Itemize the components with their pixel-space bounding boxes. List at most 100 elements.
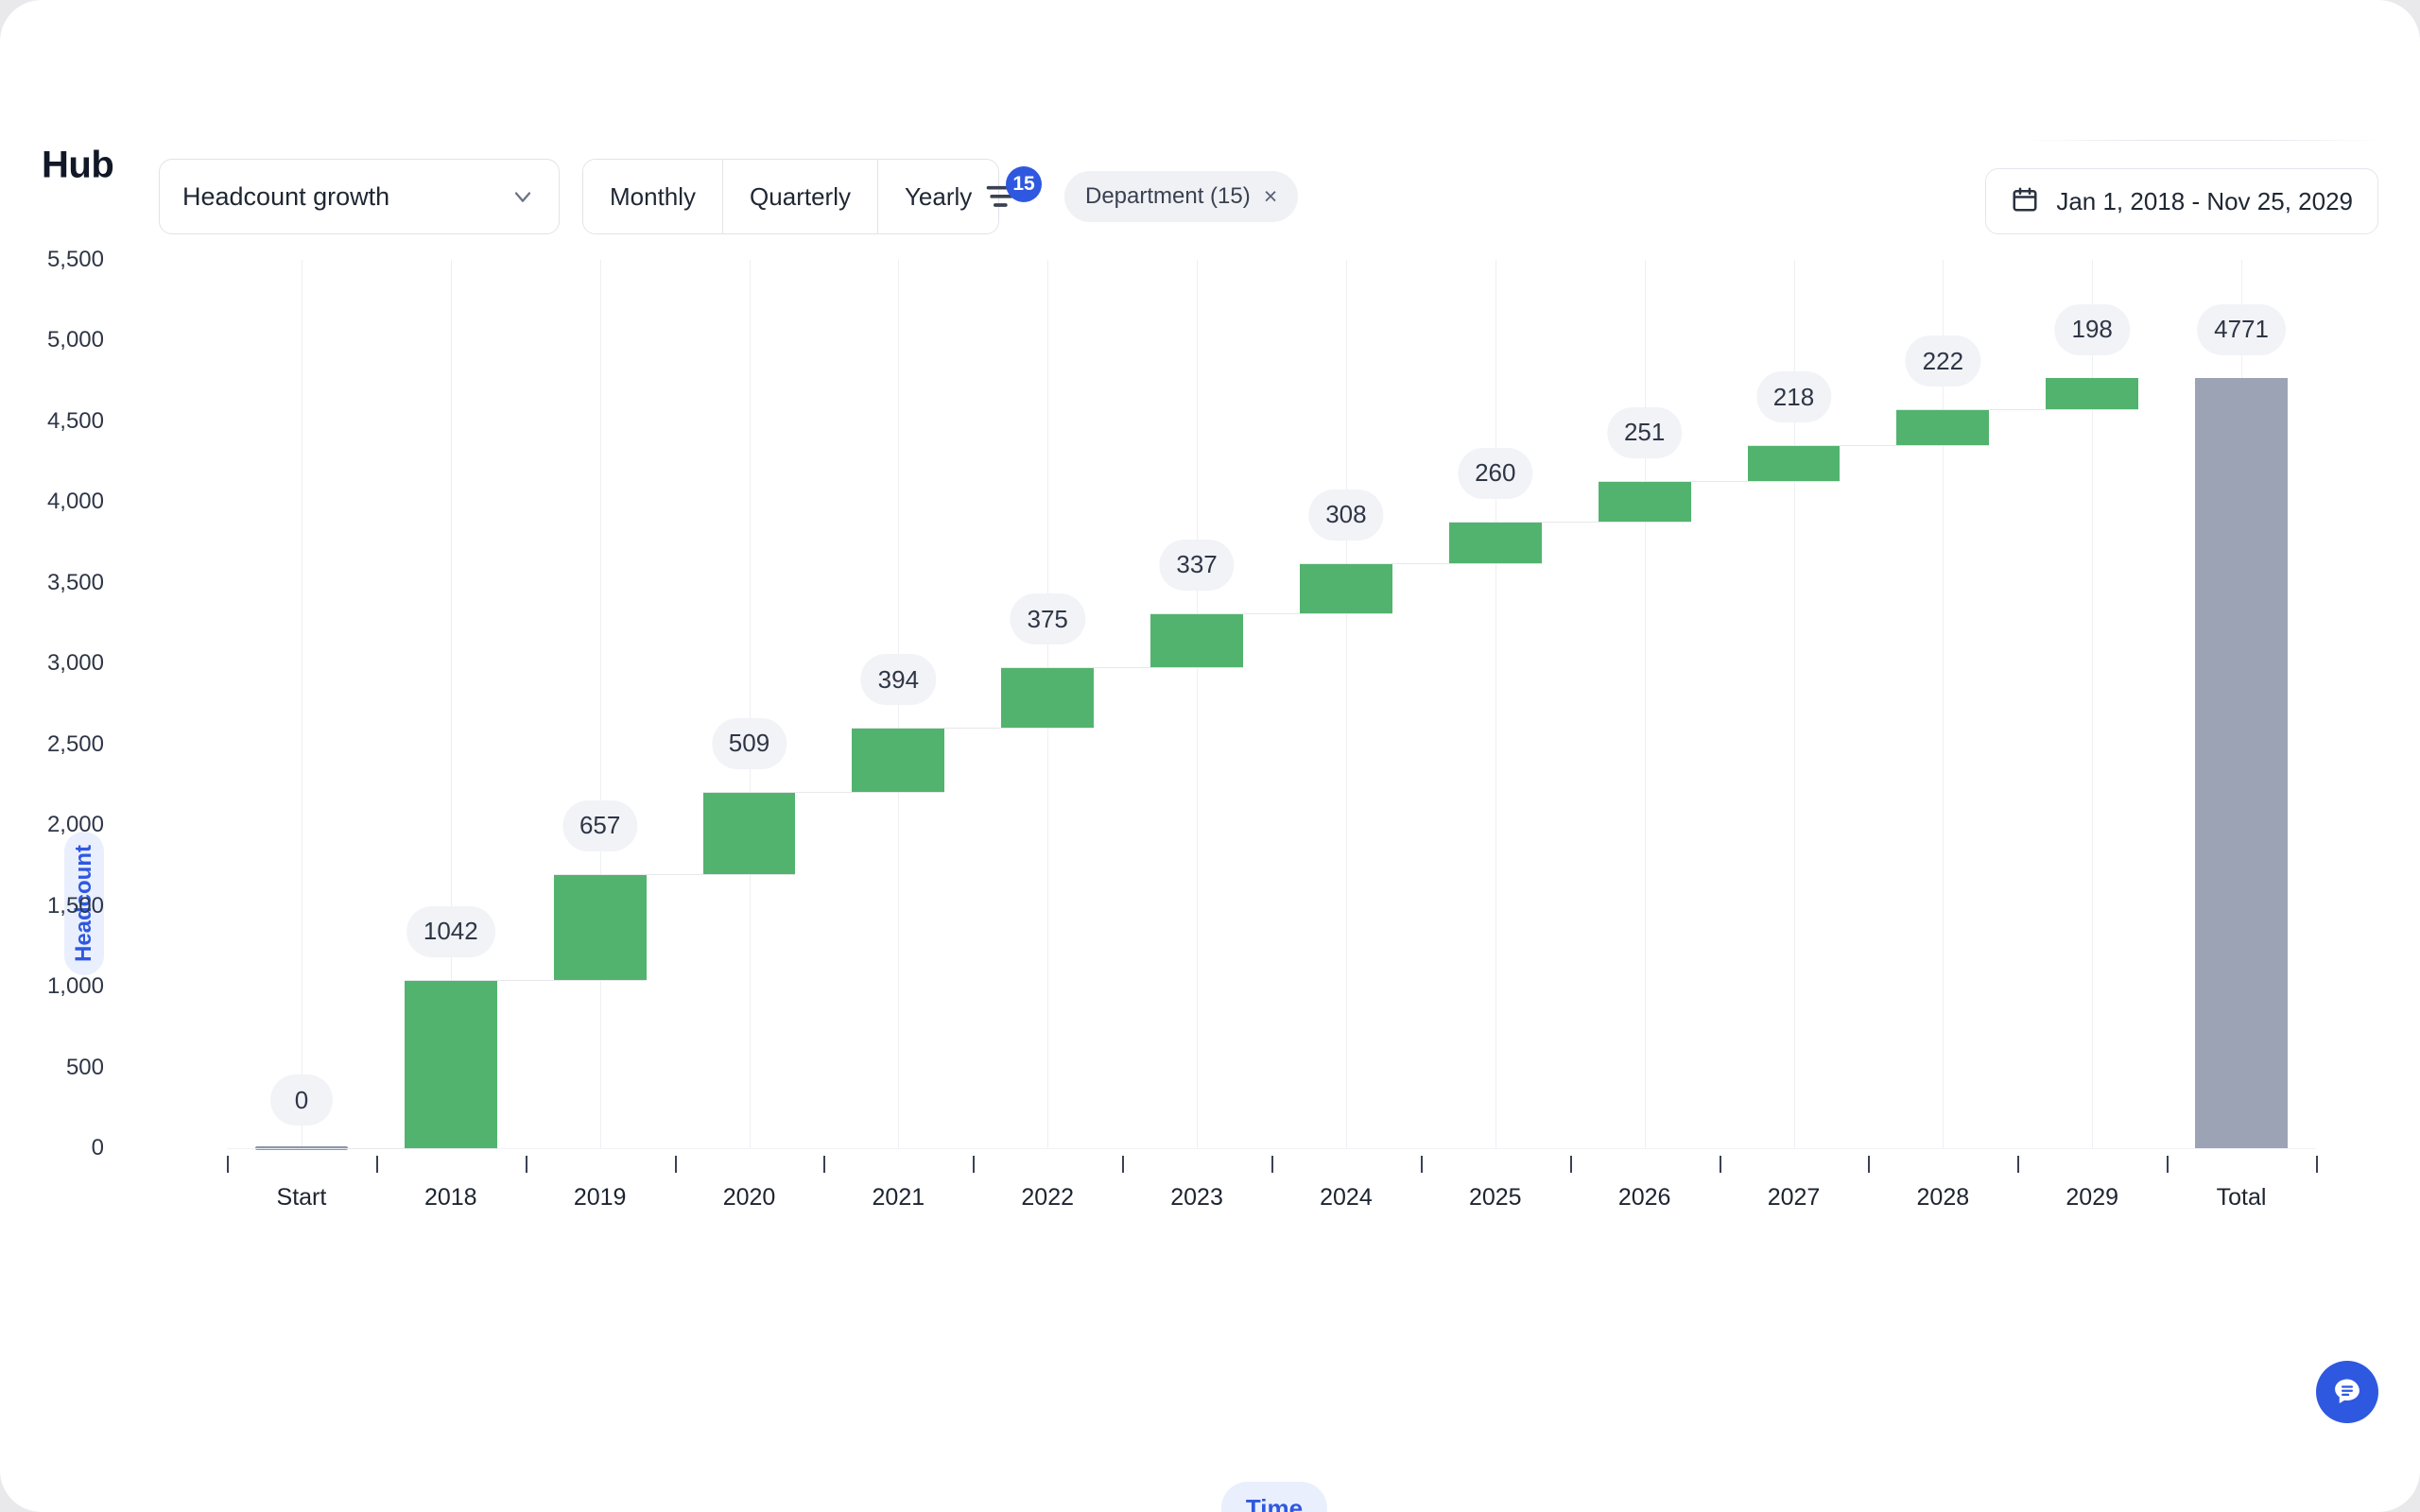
waterfall-bar[interactable] (553, 873, 647, 980)
bar-value-label: 251 (1606, 406, 1683, 458)
gridline (1345, 260, 1347, 1148)
x-axis-tick (525, 1156, 527, 1173)
waterfall-connector (852, 728, 1095, 730)
x-axis-tick-label: 2021 (872, 1184, 925, 1211)
x-axis-tick-label: 2025 (1468, 1184, 1522, 1211)
waterfall-connector (1598, 480, 1841, 482)
axis-baseline (227, 1148, 2316, 1149)
bar-value-label: 218 (1755, 371, 1832, 423)
waterfall-connector (1150, 612, 1392, 614)
bar-value-label: 4771 (2197, 303, 2286, 355)
waterfall-bar[interactable] (852, 728, 945, 792)
x-axis-tick (1719, 1156, 1721, 1173)
bar-value-label: 375 (1010, 593, 1085, 645)
x-axis-tick (674, 1156, 677, 1173)
metric-select-value: Headcount growth (182, 181, 390, 211)
filter-count-badge: 15 (1006, 166, 1042, 202)
x-axis-tick-label: Total (2216, 1184, 2267, 1211)
waterfall-connector (254, 1148, 497, 1149)
waterfall-bar[interactable] (702, 791, 796, 874)
x-axis-tick (823, 1156, 826, 1173)
waterfall-bar[interactable] (1598, 480, 1691, 522)
y-axis-tick-label: 4,000 (46, 489, 104, 515)
y-axis-tick-label: 5,000 (46, 327, 104, 353)
gridline (1197, 260, 1199, 1148)
waterfall-bar[interactable] (1747, 445, 1841, 481)
y-axis-tick-label: 3,000 (46, 650, 104, 677)
bar-value-label: 394 (860, 654, 937, 706)
filter-chip-department[interactable]: Department (15) × (1064, 171, 1299, 222)
waterfall-bar[interactable] (1150, 612, 1243, 668)
period-option-monthly[interactable]: Monthly (583, 160, 724, 233)
y-axis-tick-label: 3,500 (46, 569, 104, 595)
waterfall-connector (553, 873, 796, 875)
x-axis-tick-label: 2028 (1916, 1184, 1970, 1211)
period-option-yearly[interactable]: Yearly (877, 160, 999, 233)
waterfall-bar[interactable] (2046, 377, 2139, 410)
waterfall-connector (1896, 409, 2139, 411)
x-axis-tick (375, 1156, 378, 1173)
bar-value-label: 260 (1458, 447, 1533, 499)
x-axis-tick-label: 2018 (424, 1184, 477, 1211)
x-axis-tick-label: 2027 (1767, 1184, 1821, 1211)
x-axis-tick (973, 1156, 976, 1173)
x-axis-tick (1868, 1156, 1871, 1173)
gridline (1495, 260, 1496, 1148)
app-window: Hub Headcount growth Start Monthly Quart… (0, 0, 2420, 1512)
waterfall-connector (1299, 562, 1542, 564)
waterfall-connector (404, 979, 647, 981)
chat-bubble-icon[interactable] (2316, 1361, 2378, 1423)
x-axis-tick (2316, 1156, 2318, 1173)
waterfall-bar-total[interactable] (2195, 377, 2288, 1148)
date-range-picker[interactable]: Jan 1, 2018 - Nov 25, 2029 (1985, 168, 2378, 234)
bar-value-label: 308 (1308, 489, 1384, 541)
x-axis-tick (1420, 1156, 1423, 1173)
period-option-quarterly[interactable]: Quarterly (723, 160, 878, 233)
filter-area: 15 Department (15) × (983, 159, 1299, 234)
x-axis-tick-label: 2019 (573, 1184, 627, 1211)
chevron-down-icon (510, 183, 536, 210)
waterfall-bar[interactable] (404, 979, 497, 1148)
toolbar-divider (2023, 140, 2382, 141)
y-axis-tick-label: 2,500 (46, 730, 104, 757)
chat-bubble-glyph (2335, 1379, 2360, 1403)
waterfall-connector (1747, 445, 1990, 447)
x-axis-tick-label: 2029 (2066, 1184, 2119, 1211)
metric-select[interactable]: Headcount growth (159, 159, 560, 234)
waterfall-connector (1448, 521, 1691, 523)
period-segmented-control[interactable]: Start Monthly Quarterly Yearly (582, 159, 1000, 234)
x-axis-tick-label: Start (276, 1184, 327, 1211)
x-axis-tick-label: 2023 (1170, 1184, 1223, 1211)
close-icon[interactable]: × (1264, 184, 1278, 209)
waterfall-bar[interactable] (1299, 562, 1392, 613)
waterfall-bar[interactable] (1448, 521, 1542, 563)
bar-value-label: 222 (1905, 335, 1981, 387)
y-axis-tick-label: 4,500 (46, 407, 104, 434)
waterfall-connector (1001, 667, 1243, 669)
x-axis-tick-label: 2024 (1320, 1184, 1373, 1211)
bar-value-label: 1042 (406, 905, 495, 957)
y-axis-tick-label: 1,500 (46, 892, 104, 919)
x-axis-tick (1122, 1156, 1125, 1173)
bar-value-label: 337 (1159, 539, 1235, 591)
filter-chip-label: Department (15) (1085, 183, 1251, 209)
x-axis-tick-label: 2026 (1617, 1184, 1671, 1211)
x-axis-tick (1569, 1156, 1572, 1173)
gridline (749, 260, 751, 1148)
gridline (1644, 260, 1646, 1148)
bar-value-label: 657 (562, 799, 638, 851)
gridline (1943, 260, 1945, 1148)
filter-button[interactable]: 15 (983, 166, 1042, 219)
waterfall-chart: Headcount 0 500 1,000 1,500 2,000 2,500 3,000 3… (0, 236, 2420, 1512)
y-axis-tick-label: 2,000 (46, 812, 104, 838)
waterfall-bar[interactable] (1896, 409, 1990, 446)
x-axis-tick (227, 1156, 229, 1173)
x-axis-tick (2167, 1156, 2169, 1173)
waterfall-bar[interactable] (1001, 667, 1095, 729)
x-axis-tick-label: 2022 (1021, 1184, 1075, 1211)
x-axis-tick-label: 2020 (722, 1184, 776, 1211)
bar-value-label: 0 (269, 1074, 333, 1125)
toolbar: Hub Headcount growth Start Monthly Quart… (0, 0, 2420, 236)
x-axis-tick (1271, 1156, 1273, 1173)
y-axis-tick-label: 0 (91, 1135, 104, 1160)
